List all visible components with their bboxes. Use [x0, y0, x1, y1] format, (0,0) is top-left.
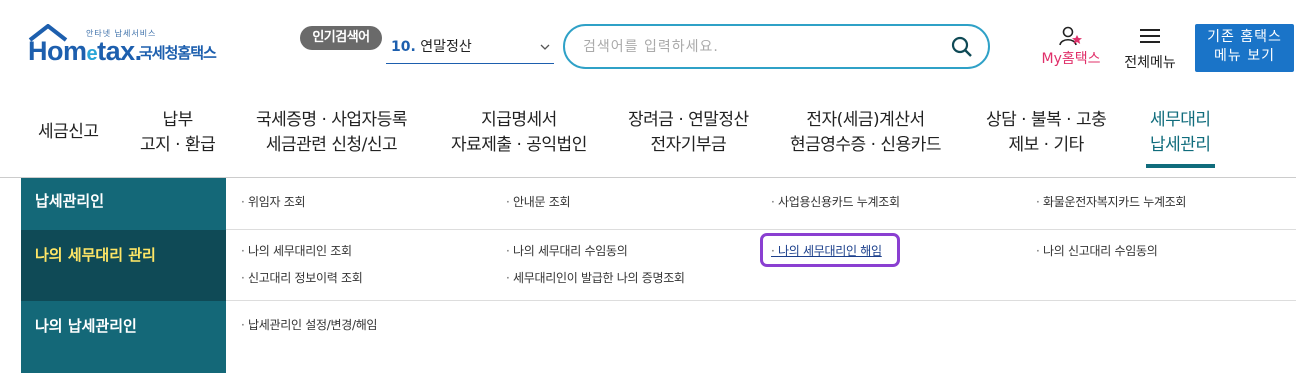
popular-keyword-text: 연말정산 [420, 39, 472, 55]
my-hometax-button[interactable]: My홈택스 [1036, 26, 1106, 70]
popular-keyword-rank: 10. [391, 39, 416, 55]
all-menu-button[interactable]: 전체메뉴 [1118, 26, 1182, 71]
all-menu-label: 전체메뉴 [1124, 55, 1176, 71]
submenu-link[interactable]: 화물운전자복지카드 누계조회 [1036, 193, 1186, 210]
submenu-link[interactable]: 나의 세무대리 수임동의 [506, 242, 628, 259]
main-navigation: 세금신고 납부 고지 · 환급 국세증명 · 사업자등록 세금관련 신청/신고 … [0, 90, 1296, 178]
gnb-label: 국세증명 · 사업자등록 [256, 110, 407, 130]
submenu-link[interactable]: 위임자 조회 [241, 193, 306, 210]
section-title[interactable]: 나의 납세관리인 [21, 301, 226, 373]
gnb-label: 전자(세금)계산서 [806, 110, 925, 130]
gnb-label: 세금신고 [38, 122, 99, 142]
section-links: 납세관리인 설정/변경/해임 [226, 301, 1296, 373]
gnb-electronic-invoice[interactable]: 전자(세금)계산서 현금영수증 · 신용카드 [790, 108, 941, 158]
submenu-link[interactable]: 세무대리인이 발급한 나의 증명조회 [506, 269, 685, 286]
section-title[interactable]: 나의 세무대리 관리 [21, 230, 226, 301]
my-hometax-label: My홈택스 [1041, 51, 1101, 67]
gnb-label: 상담 · 불복 · 고충 [986, 110, 1107, 130]
search-input[interactable] [583, 34, 943, 59]
hometax-logo[interactable]: 안타넷 납세서비스 Hometax. 국세청홈택스 [22, 24, 237, 72]
legacy-menu-button[interactable]: 기존 홈택스 메뉴 보기 [1195, 24, 1294, 72]
legacy-menu-line2: 메뉴 보기 [1214, 48, 1275, 64]
gnb-label: 고지 · 환급 [140, 135, 216, 155]
gnb-label: 현금영수증 · 신용카드 [790, 135, 941, 155]
gnb-label: 세무대리 [1150, 110, 1211, 130]
gnb-label: 장려금 · 연말정산 [628, 110, 749, 130]
submenu-section: 나의 납세관리인 납세관리인 설정/변경/해임 [21, 301, 1296, 373]
submenu-link[interactable]: 사업용신용카드 누계조회 [771, 193, 900, 210]
search-icon[interactable] [950, 35, 974, 59]
popular-search-badge: 인기검색어 [300, 26, 382, 50]
gnb-label: 납세관리 [1150, 135, 1211, 155]
gnb-label: 전자기부금 [650, 135, 727, 155]
section-title[interactable]: 납세관리인 [21, 178, 226, 230]
gnb-label: 자료제출 · 공익법인 [451, 135, 587, 155]
hamburger-menu-icon [1140, 29, 1160, 43]
search-box [563, 24, 990, 69]
gnb-certificates[interactable]: 국세증명 · 사업자등록 세금관련 신청/신고 [256, 108, 407, 158]
gnb-label: 납부 [162, 110, 194, 130]
gnb-label: 제보 · 기타 [1008, 135, 1084, 155]
logo-brand-text: Hometax. [28, 36, 142, 66]
gnb-payment-statements[interactable]: 지급명세서 자료제출 · 공익법인 [451, 108, 587, 158]
submenu-link[interactable]: 나의 세무대리인 조회 [241, 242, 352, 259]
gnb-payment[interactable]: 납부 고지 · 환급 [140, 108, 216, 158]
submenu-link[interactable]: 신고대리 정보이력 조회 [241, 269, 363, 286]
top-header: 안타넷 납세서비스 Hometax. 국세청홈택스 인기검색어 10. 연말정산… [0, 0, 1296, 90]
section-links: 위임자 조회 안내문 조회 사업용신용카드 누계조회 화물운전자복지카드 누계조… [226, 178, 1296, 230]
popular-keyword-select[interactable]: 10. 연말정산 [386, 36, 554, 64]
chevron-down-icon [540, 44, 550, 50]
submenu-panel: 납세관리인 위임자 조회 안내문 조회 사업용신용카드 누계조회 화물운전자복지… [21, 178, 1296, 373]
submenu-link[interactable]: 납세관리인 설정/변경/해임 [241, 316, 377, 333]
gnb-tax-agent[interactable]: 세무대리 납세관리 [1146, 108, 1215, 168]
gnb-incentives[interactable]: 장려금 · 연말정산 전자기부금 [628, 108, 749, 158]
submenu-link[interactable]: 나의 신고대리 수임동의 [1036, 242, 1158, 259]
gnb-tax-filing[interactable]: 세금신고 [38, 120, 99, 145]
submenu-section-active: 나의 세무대리 관리 나의 세무대리인 조회 나의 세무대리 수임동의 나의 세… [21, 230, 1296, 301]
gnb-label: 지급명세서 [481, 110, 557, 130]
gnb-consulting[interactable]: 상담 · 불복 · 고충 제보 · 기타 [986, 108, 1107, 158]
active-tab-indicator [1146, 164, 1215, 168]
user-star-icon [1059, 26, 1082, 46]
submenu-section: 납세관리인 위임자 조회 안내문 조회 사업용신용카드 누계조회 화물운전자복지… [21, 178, 1296, 230]
highlight-outline [760, 233, 900, 267]
submenu-link[interactable]: 안내문 조회 [506, 193, 571, 210]
gnb-label: 세금관련 신청/신고 [265, 135, 398, 155]
legacy-menu-line1: 기존 홈택스 [1207, 29, 1282, 45]
logo-korean-name: 국세청홈택스 [139, 44, 217, 62]
